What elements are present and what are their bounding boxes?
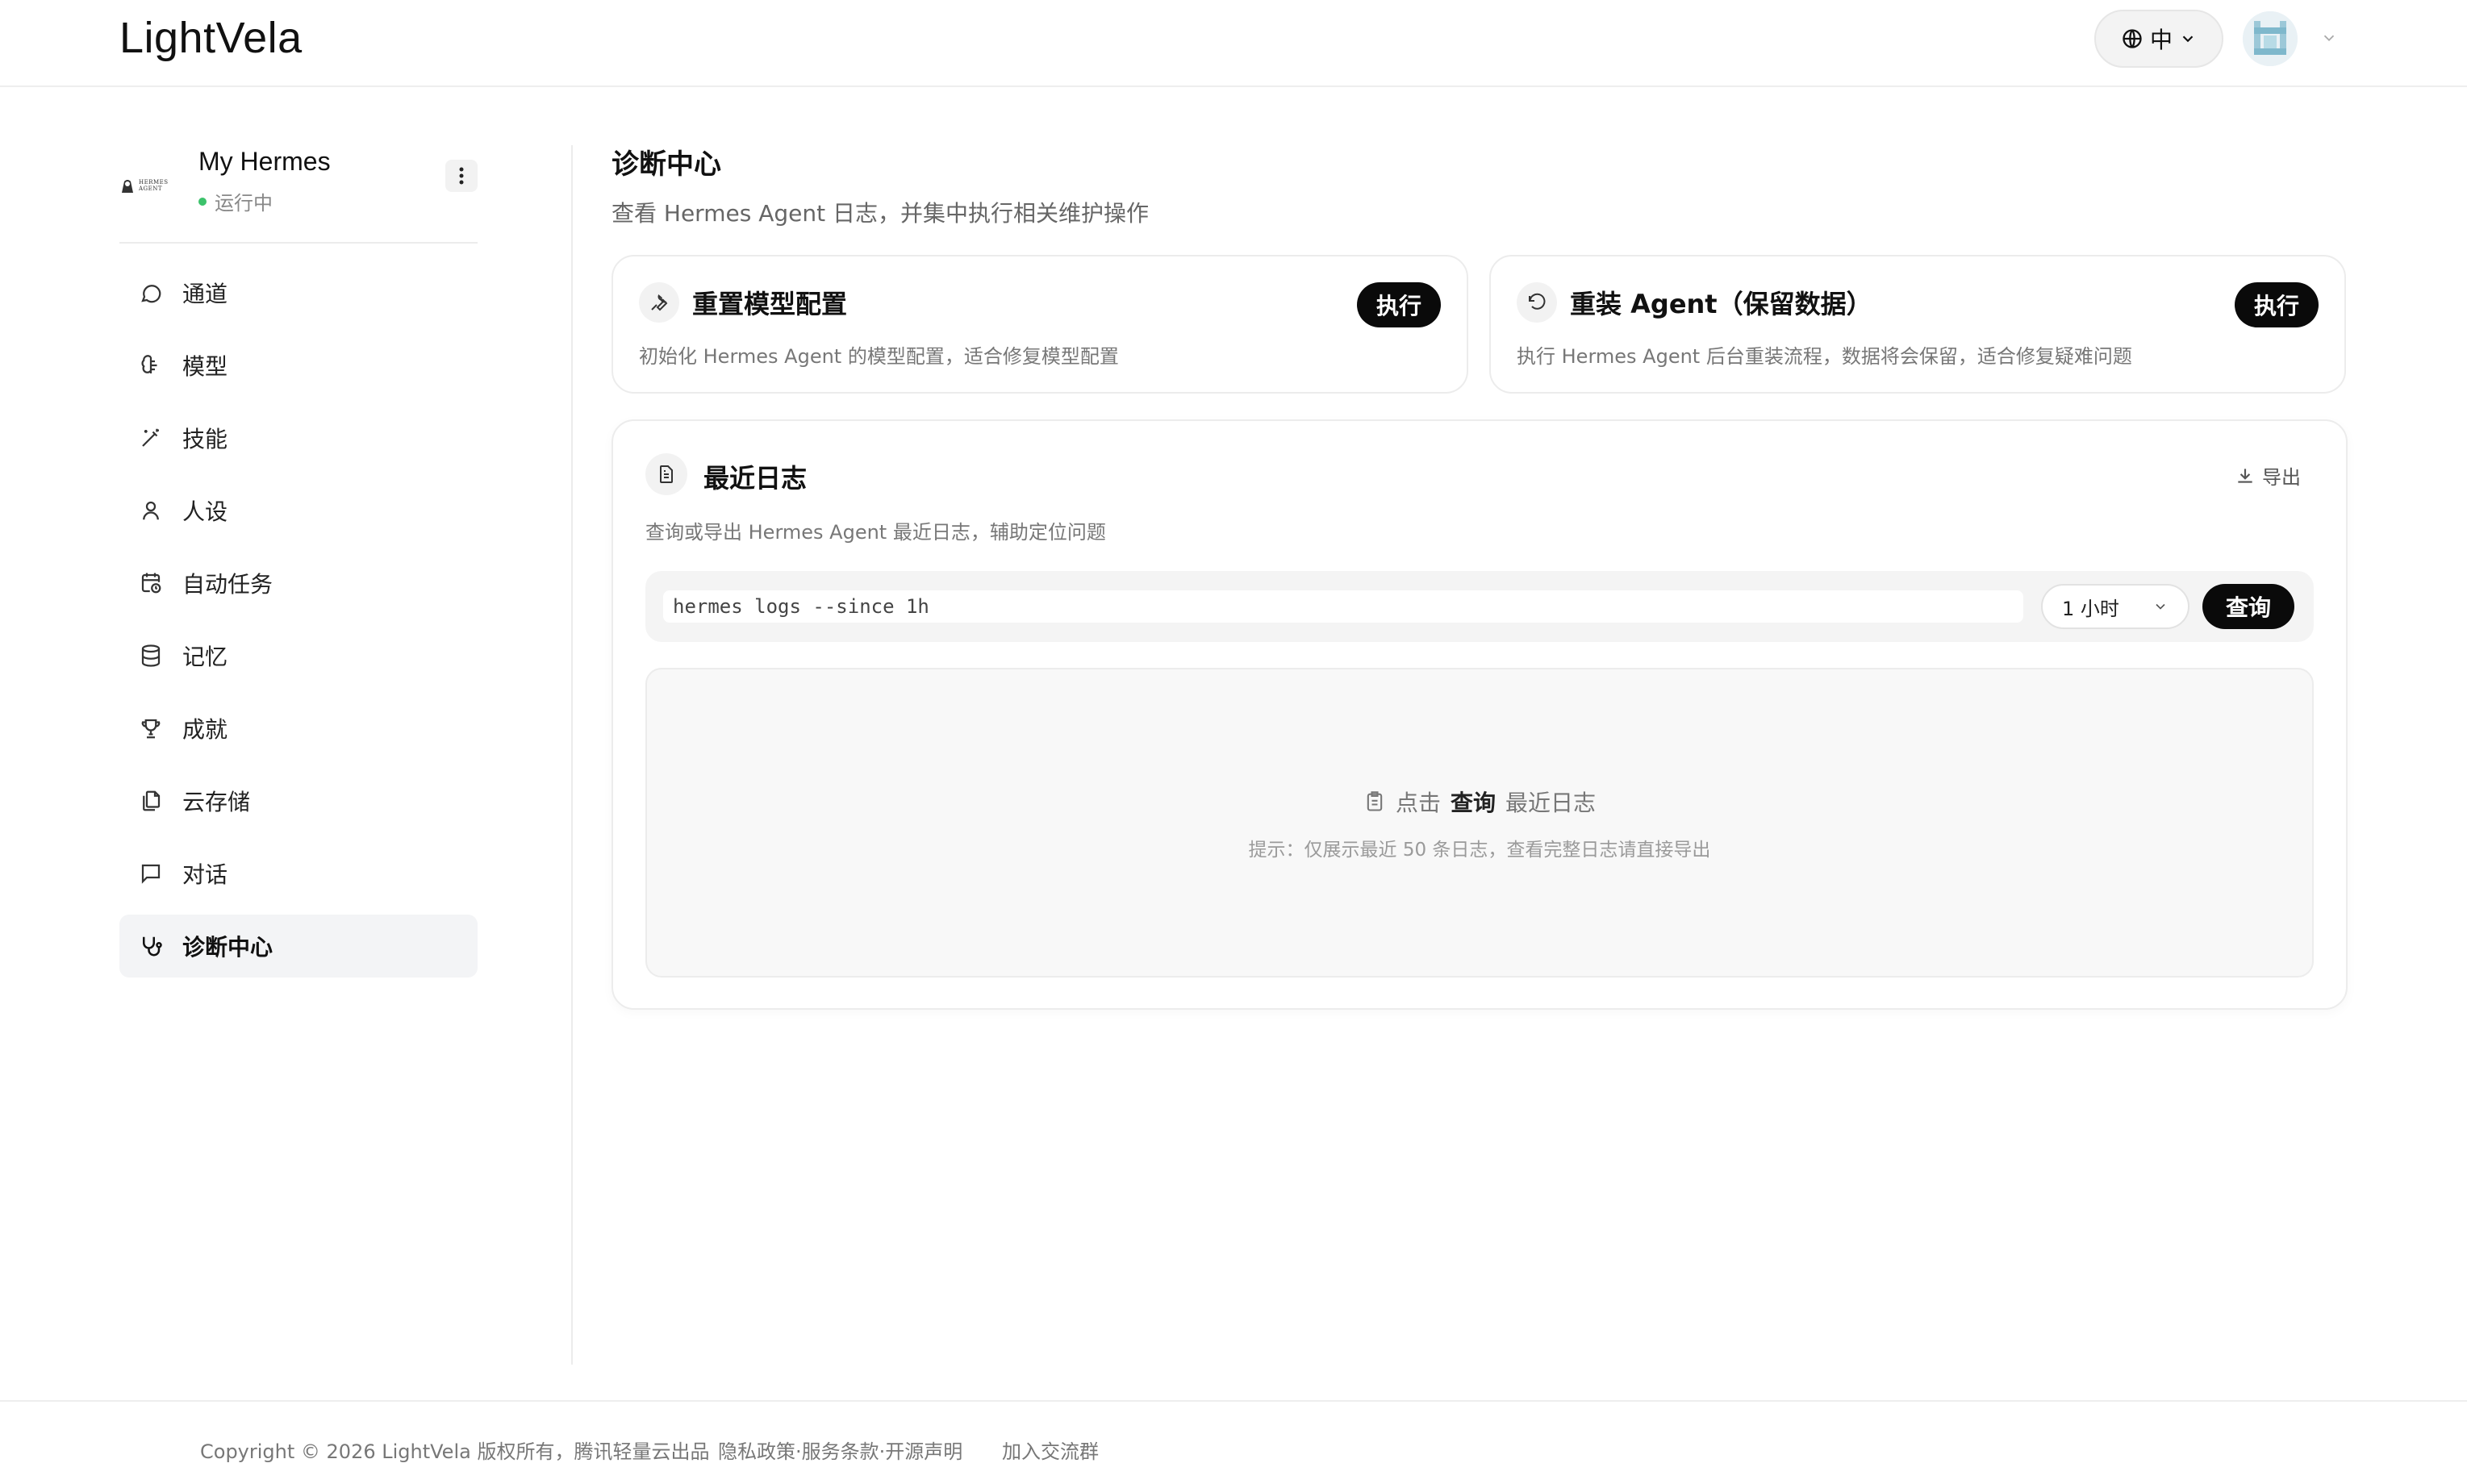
empty-action: 查询 (1450, 790, 1496, 816)
empty-state-hint: 提示：仅展示最近 50 条日志，查看完整日志请直接导出 (1248, 840, 1711, 861)
agent-card: HERMES AGENT My Hermes 运行中 (119, 137, 478, 244)
sidebar-item-auto-tasks[interactable]: 自动任务 (119, 552, 478, 615)
sidebar-item-label: 诊断中心 (182, 934, 273, 961)
download-icon (2235, 465, 2256, 486)
time-range-select[interactable]: 1 小时 (2041, 584, 2189, 629)
user-icon (139, 498, 163, 523)
sidebar-item-achievements[interactable]: 成就 (119, 697, 478, 760)
empty-prefix: 点击 (1395, 790, 1441, 816)
sidebar-item-diagnostics[interactable]: 诊断中心 (119, 915, 478, 978)
brain-icon (139, 353, 163, 377)
card-description: 执行 Hermes Agent 后台重装流程，数据将会保留，适合修复疑难问题 (1517, 345, 2132, 368)
join-community-link[interactable]: 加入交流群 (1002, 1436, 1099, 1464)
log-output-area: 点击 查询 最近日志 提示：仅展示最近 50 条日志，查看完整日志请直接导出 (645, 668, 2314, 978)
sidebar-item-label: 云存储 (182, 789, 251, 815)
status-dot-icon (198, 197, 207, 206)
account-menu-chevron-icon[interactable] (2320, 29, 2338, 47)
sidebar-item-cloud-storage[interactable]: 云存储 (119, 769, 478, 832)
logs-title: 最近日志 (703, 463, 808, 494)
export-logs-button[interactable]: 导出 (2235, 461, 2301, 490)
rotate-ccw-icon (1517, 282, 1557, 323)
agent-more-button[interactable] (445, 160, 478, 192)
policy-links[interactable]: 隐私政策·服务条款·开源声明 (718, 1436, 962, 1464)
language-label: 中 (2149, 27, 2173, 53)
reinstall-agent-execute-button[interactable]: 执行 (2235, 282, 2319, 327)
sidebar-item-label: 人设 (182, 498, 228, 525)
footer: Copyright © 2026 LightVela 版权所有，腾讯轻量云出品 … (0, 1400, 2467, 1484)
clipboard-icon (1363, 790, 1386, 813)
time-range-value: 1 小时 (2062, 597, 2119, 620)
copyright-text: Copyright © 2026 LightVela 版权所有，腾讯轻量云出品 (200, 1440, 710, 1463)
files-icon (139, 789, 163, 813)
log-query-bar: 1 小时 查询 (645, 571, 2314, 642)
reset-model-execute-button[interactable]: 执行 (1357, 282, 1441, 327)
sidebar-item-skills[interactable]: 技能 (119, 406, 478, 469)
database-icon (139, 644, 163, 668)
sidebar-item-label: 通道 (182, 281, 228, 307)
sidebar-item-label: 成就 (182, 716, 228, 743)
recent-logs-panel: 最近日志 导出 查询或导出 Hermes Agent 最近日志，辅助定位问题 1… (612, 419, 2348, 1010)
card-title: 重装 Agent（保留数据） (1570, 289, 1872, 319)
globe-icon (2121, 27, 2143, 50)
magic-wand-icon (139, 426, 163, 450)
chevron-down-icon (2179, 30, 2197, 48)
sidebar-item-label: 记忆 (182, 644, 228, 670)
card-description: 初始化 Hermes Agent 的模型配置，适合修复模型配置 (639, 345, 1119, 368)
page-title: 诊断中心 (612, 148, 721, 181)
agent-name: My Hermes (198, 147, 331, 176)
card-title: 重置模型配置 (692, 289, 848, 319)
main-content: 诊断中心 查看 Hermes Agent 日志，并集中执行相关维护操作 重置模型… (612, 142, 2348, 1010)
query-logs-button[interactable]: 查询 (2202, 584, 2294, 629)
export-label: 导出 (2262, 466, 2301, 489)
sidebar-nav: 通道 模型 技能 人设 自动任务 记忆 成就 云存储 对话 诊断中心 (119, 261, 478, 978)
sidebar-item-persona[interactable]: 人设 (119, 479, 478, 542)
chat-bubble-icon (139, 281, 163, 305)
more-vertical-icon (459, 167, 464, 185)
reinstall-agent-card: 重装 Agent（保留数据） 执行 Hermes Agent 后台重装流程，数据… (1489, 255, 2346, 394)
language-switcher[interactable]: 中 (2094, 10, 2223, 68)
maintenance-cards: 重置模型配置 初始化 Hermes Agent 的模型配置，适合修复模型配置 执… (612, 255, 2348, 394)
app-logo[interactable]: LightVela (119, 13, 303, 63)
stethoscope-icon (139, 934, 163, 958)
sidebar-item-models[interactable]: 模型 (119, 334, 478, 397)
log-command-input[interactable] (663, 590, 2023, 623)
reset-model-card: 重置模型配置 初始化 Hermes Agent 的模型配置，适合修复模型配置 执… (612, 255, 1468, 394)
agent-status-label: 运行中 (215, 192, 273, 215)
chevron-down-icon (2152, 598, 2169, 615)
sidebar-divider (571, 145, 573, 1365)
sidebar: HERMES AGENT My Hermes 运行中 通道 模型 技能 人设 自… (119, 137, 478, 987)
user-avatar[interactable] (2243, 11, 2298, 66)
page-subtitle: 查看 Hermes Agent 日志，并集中执行相关维护操作 (612, 200, 1149, 227)
sidebar-item-label: 自动任务 (182, 571, 273, 598)
calendar-clock-icon (139, 571, 163, 595)
sidebar-item-label: 对话 (182, 861, 228, 888)
sidebar-item-memory[interactable]: 记忆 (119, 624, 478, 687)
agent-status: 运行中 (198, 187, 273, 215)
sidebar-item-channels[interactable]: 通道 (119, 261, 478, 324)
sidebar-item-conversations[interactable]: 对话 (119, 842, 478, 905)
trophy-icon (139, 716, 163, 740)
document-icon (645, 453, 687, 495)
empty-state-message: 点击 查询 最近日志 (647, 786, 2312, 818)
logs-description: 查询或导出 Hermes Agent 最近日志，辅助定位问题 (645, 521, 1106, 544)
message-square-icon (139, 861, 163, 886)
wrench-icon (639, 282, 679, 323)
top-header: LightVela 中 (0, 0, 2467, 87)
hermes-agent-logo: HERMES AGENT (119, 169, 173, 202)
empty-suffix: 最近日志 (1505, 790, 1597, 816)
sidebar-item-label: 技能 (182, 426, 228, 452)
sidebar-item-label: 模型 (182, 353, 228, 380)
